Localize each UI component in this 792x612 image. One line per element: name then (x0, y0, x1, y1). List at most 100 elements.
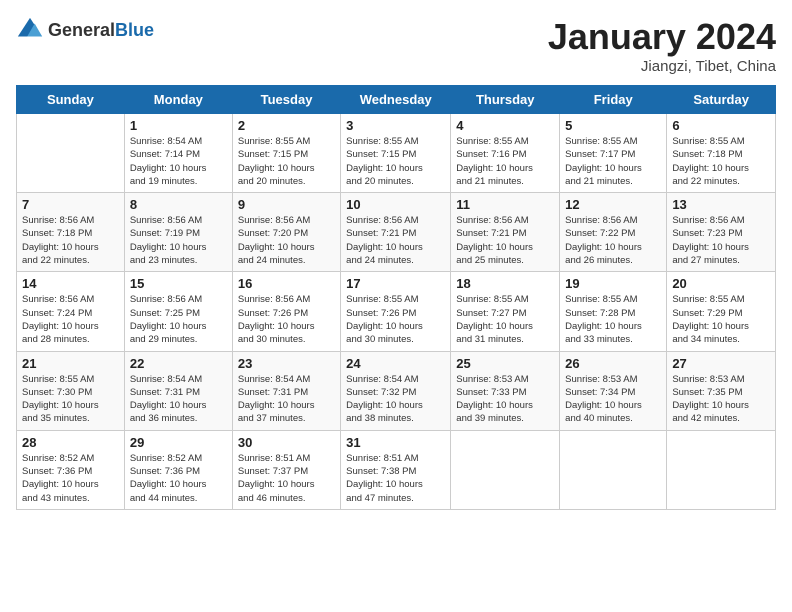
day-info: Sunrise: 8:55 AM Sunset: 7:18 PM Dayligh… (672, 135, 770, 188)
day-info: Sunrise: 8:55 AM Sunset: 7:27 PM Dayligh… (456, 293, 554, 346)
day-number: 8 (130, 197, 227, 212)
day-info: Sunrise: 8:55 AM Sunset: 7:26 PM Dayligh… (346, 293, 445, 346)
day-info: Sunrise: 8:53 AM Sunset: 7:34 PM Dayligh… (565, 373, 661, 426)
calendar-day-cell: 15 Sunrise: 8:56 AM Sunset: 7:25 PM Dayli… (124, 272, 232, 351)
day-number: 19 (565, 276, 661, 291)
day-info: Sunrise: 8:55 AM Sunset: 7:29 PM Dayligh… (672, 293, 770, 346)
day-number: 10 (346, 197, 445, 212)
weekday-header-row: SundayMondayTuesdayWednesdayThursdayFrid… (17, 86, 776, 114)
calendar-day-cell: 8 Sunrise: 8:56 AM Sunset: 7:19 PM Daylig… (124, 193, 232, 272)
day-number: 4 (456, 118, 554, 133)
calendar-day-cell: 17 Sunrise: 8:55 AM Sunset: 7:26 PM Dayli… (341, 272, 451, 351)
day-info: Sunrise: 8:56 AM Sunset: 7:22 PM Dayligh… (565, 214, 661, 267)
day-info: Sunrise: 8:56 AM Sunset: 7:19 PM Dayligh… (130, 214, 227, 267)
day-info: Sunrise: 8:56 AM Sunset: 7:21 PM Dayligh… (346, 214, 445, 267)
calendar-day-cell: 18 Sunrise: 8:55 AM Sunset: 7:27 PM Dayli… (451, 272, 560, 351)
title-block: January 2024 Jiangzi, Tibet, China (548, 16, 776, 75)
day-info: Sunrise: 8:56 AM Sunset: 7:25 PM Dayligh… (130, 293, 227, 346)
calendar-day-cell: 20 Sunrise: 8:55 AM Sunset: 7:29 PM Dayli… (667, 272, 776, 351)
calendar-day-cell: 23Sunrise: 8:54 AM Sunset: 7:31 PM Dayli… (232, 351, 340, 430)
day-number: 3 (346, 118, 445, 133)
calendar-day-cell: 31 Sunrise: 8:51 AM Sunset: 7:38 PM Dayli… (341, 430, 451, 509)
day-number: 11 (456, 197, 554, 212)
calendar-body: 1 Sunrise: 8:54 AM Sunset: 7:14 PM Daylig… (17, 114, 776, 510)
location-title: Jiangzi, Tibet, China (548, 58, 776, 75)
weekday-header-cell: Thursday (451, 86, 560, 114)
calendar-day-cell: 3 Sunrise: 8:55 AM Sunset: 7:15 PM Daylig… (341, 114, 451, 193)
day-info: Sunrise: 8:56 AM Sunset: 7:20 PM Dayligh… (238, 214, 335, 267)
calendar-day-cell: 27 Sunrise: 8:53 AM Sunset: 7:35 PM Dayli… (667, 351, 776, 430)
day-info: Sunrise: 8:54 AM Sunset: 7:31 PM Dayligh… (130, 373, 227, 426)
calendar-day-cell (560, 430, 667, 509)
day-info: Sunrise: 8:55 AM Sunset: 7:16 PM Dayligh… (456, 135, 554, 188)
day-number: 21 (22, 356, 119, 371)
weekday-header-cell: Monday (124, 86, 232, 114)
day-number: 13 (672, 197, 770, 212)
calendar-day-cell: 30 Sunrise: 8:51 AM Sunset: 7:37 PM Dayli… (232, 430, 340, 509)
calendar-table: SundayMondayTuesdayWednesdayThursdayFrid… (16, 85, 776, 510)
calendar-day-cell (17, 114, 125, 193)
day-info: Sunrise: 8:55 AM Sunset: 7:15 PM Dayligh… (346, 135, 445, 188)
day-number: 31 (346, 435, 445, 450)
day-number: 20 (672, 276, 770, 291)
weekday-header-cell: Friday (560, 86, 667, 114)
day-number: 23 (238, 356, 335, 371)
calendar-day-cell: 10 Sunrise: 8:56 AM Sunset: 7:21 PM Dayli… (341, 193, 451, 272)
calendar-day-cell (667, 430, 776, 509)
calendar-day-cell: 1 Sunrise: 8:54 AM Sunset: 7:14 PM Daylig… (124, 114, 232, 193)
day-number: 15 (130, 276, 227, 291)
day-number: 30 (238, 435, 335, 450)
weekday-header-cell: Saturday (667, 86, 776, 114)
day-info: Sunrise: 8:51 AM Sunset: 7:38 PM Dayligh… (346, 452, 445, 505)
calendar-day-cell: 26 Sunrise: 8:53 AM Sunset: 7:34 PM Dayli… (560, 351, 667, 430)
calendar-day-cell: 6 Sunrise: 8:55 AM Sunset: 7:18 PM Daylig… (667, 114, 776, 193)
calendar-week-row: 28Sunrise: 8:52 AM Sunset: 7:36 PM Dayli… (17, 430, 776, 509)
calendar-day-cell: 13 Sunrise: 8:56 AM Sunset: 7:23 PM Dayli… (667, 193, 776, 272)
day-number: 27 (672, 356, 770, 371)
day-number: 18 (456, 276, 554, 291)
day-number: 25 (456, 356, 554, 371)
day-number: 6 (672, 118, 770, 133)
calendar-day-cell: 29Sunrise: 8:52 AM Sunset: 7:36 PM Dayli… (124, 430, 232, 509)
calendar-day-cell: 14 Sunrise: 8:56 AM Sunset: 7:24 PM Dayli… (17, 272, 125, 351)
weekday-header-cell: Sunday (17, 86, 125, 114)
calendar-day-cell: 25 Sunrise: 8:53 AM Sunset: 7:33 PM Dayli… (451, 351, 560, 430)
day-info: Sunrise: 8:56 AM Sunset: 7:23 PM Dayligh… (672, 214, 770, 267)
month-title: January 2024 (548, 16, 776, 58)
calendar-week-row: 1 Sunrise: 8:54 AM Sunset: 7:14 PM Daylig… (17, 114, 776, 193)
logo-text-blue: Blue (115, 20, 154, 40)
day-number: 1 (130, 118, 227, 133)
day-number: 17 (346, 276, 445, 291)
day-number: 7 (22, 197, 119, 212)
calendar-day-cell: 11Sunrise: 8:56 AM Sunset: 7:21 PM Dayli… (451, 193, 560, 272)
day-info: Sunrise: 8:54 AM Sunset: 7:14 PM Dayligh… (130, 135, 227, 188)
day-number: 24 (346, 356, 445, 371)
day-number: 2 (238, 118, 335, 133)
logo-icon (16, 16, 44, 44)
calendar-day-cell: 2 Sunrise: 8:55 AM Sunset: 7:15 PM Daylig… (232, 114, 340, 193)
day-info: Sunrise: 8:53 AM Sunset: 7:33 PM Dayligh… (456, 373, 554, 426)
calendar-day-cell: 21 Sunrise: 8:55 AM Sunset: 7:30 PM Dayli… (17, 351, 125, 430)
logo: GeneralBlue (16, 16, 154, 44)
day-number: 29 (130, 435, 227, 450)
day-info: Sunrise: 8:55 AM Sunset: 7:30 PM Dayligh… (22, 373, 119, 426)
day-info: Sunrise: 8:55 AM Sunset: 7:15 PM Dayligh… (238, 135, 335, 188)
calendar-day-cell (451, 430, 560, 509)
day-info: Sunrise: 8:56 AM Sunset: 7:18 PM Dayligh… (22, 214, 119, 267)
day-number: 26 (565, 356, 661, 371)
calendar-day-cell: 19 Sunrise: 8:55 AM Sunset: 7:28 PM Dayli… (560, 272, 667, 351)
calendar-day-cell: 24Sunrise: 8:54 AM Sunset: 7:32 PM Dayli… (341, 351, 451, 430)
calendar-day-cell: 12 Sunrise: 8:56 AM Sunset: 7:22 PM Dayli… (560, 193, 667, 272)
calendar-day-cell: 9Sunrise: 8:56 AM Sunset: 7:20 PM Daylig… (232, 193, 340, 272)
day-number: 14 (22, 276, 119, 291)
day-info: Sunrise: 8:55 AM Sunset: 7:28 PM Dayligh… (565, 293, 661, 346)
day-info: Sunrise: 8:51 AM Sunset: 7:37 PM Dayligh… (238, 452, 335, 505)
day-info: Sunrise: 8:53 AM Sunset: 7:35 PM Dayligh… (672, 373, 770, 426)
day-info: Sunrise: 8:56 AM Sunset: 7:24 PM Dayligh… (22, 293, 119, 346)
calendar-week-row: 21 Sunrise: 8:55 AM Sunset: 7:30 PM Dayli… (17, 351, 776, 430)
calendar-day-cell: 5Sunrise: 8:55 AM Sunset: 7:17 PM Daylig… (560, 114, 667, 193)
day-number: 22 (130, 356, 227, 371)
day-number: 12 (565, 197, 661, 212)
weekday-header-cell: Tuesday (232, 86, 340, 114)
calendar-day-cell: 4 Sunrise: 8:55 AM Sunset: 7:16 PM Daylig… (451, 114, 560, 193)
